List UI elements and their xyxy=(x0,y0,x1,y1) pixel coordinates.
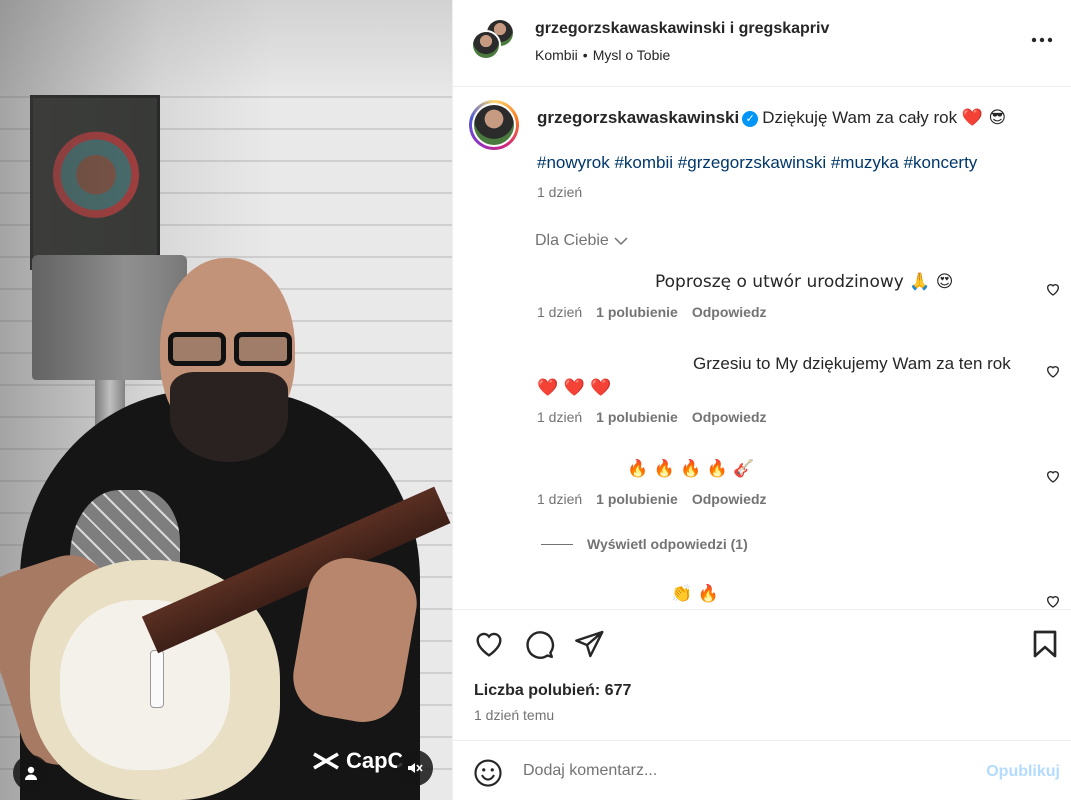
comment-meta: 1 dzień 1 polubienie Odpowiedz xyxy=(537,304,767,320)
collab-avatars[interactable] xyxy=(471,18,515,64)
comment-emojis: ❤️ ❤️ ❤️ xyxy=(537,378,612,398)
comment-time: 1 dzień xyxy=(537,409,583,425)
post-header: grzegorzskawaskawinski i gregskapriv Kom… xyxy=(453,0,1071,87)
view-replies-button[interactable]: Wyświetl odpowiedzi (1) xyxy=(541,536,748,552)
caption-emojis: ❤️ 😎 xyxy=(961,108,1007,128)
song-name[interactable]: Mysl o Tobie xyxy=(593,47,671,63)
divider xyxy=(541,543,573,545)
comment-time: 1 dzień xyxy=(537,304,583,320)
comments-section[interactable]: grzegorzskawaskawinski ✓ Dziękuję Wam za c… xyxy=(453,88,1071,609)
heart-icon[interactable] xyxy=(1045,593,1061,609)
muted-speaker-icon[interactable] xyxy=(397,750,433,786)
like-heart-icon[interactable] xyxy=(473,628,505,660)
save-bookmark-icon[interactable] xyxy=(1029,628,1061,660)
post-time: 1 dzień temu xyxy=(474,707,555,723)
chevron-down-icon xyxy=(614,237,628,246)
person-icon[interactable] xyxy=(13,755,49,791)
comment-likes[interactable]: 1 polubienie xyxy=(596,409,678,425)
reply-button[interactable]: Odpowiedz xyxy=(692,304,767,320)
comment-text: 👏 🔥 xyxy=(671,584,719,604)
reply-button[interactable]: Odpowiedz xyxy=(692,409,767,425)
publish-button[interactable]: Opublikuj xyxy=(986,763,1060,781)
comment-composer: Opublikuj xyxy=(453,740,1071,800)
artist-name[interactable]: Kombii xyxy=(535,47,578,63)
audio-info[interactable]: Kombii • Mysl o Tobie xyxy=(535,47,670,63)
more-options-icon[interactable] xyxy=(1030,28,1054,52)
watermark-text: CapC xyxy=(346,748,404,773)
likes-count[interactable]: Liczba polubień: 677 xyxy=(474,682,631,700)
heart-icon[interactable] xyxy=(1045,281,1061,297)
comment-meta: 1 dzień 1 polubienie Odpowiedz xyxy=(537,491,767,507)
view-replies-label: Wyświetl odpowiedzi (1) xyxy=(587,536,748,552)
comment-likes[interactable]: 1 polubienie xyxy=(596,304,678,320)
comment-text: 🔥 🔥 🔥 🔥 🎸 xyxy=(627,459,755,479)
comment-input[interactable] xyxy=(523,762,953,780)
person-beard xyxy=(170,372,288,462)
comment-time: 1 dzień xyxy=(537,491,583,507)
comment-text: Grzesiu to My dziękujemy Wam za ten rok xyxy=(693,354,1011,373)
verified-badge-icon: ✓ xyxy=(742,111,759,127)
comment-sort-dropdown[interactable]: Dla Ciebie xyxy=(535,232,629,250)
comment-bubble-icon[interactable] xyxy=(523,628,555,660)
capcut-watermark: CapC xyxy=(312,748,403,774)
post-panel: grzegorzskawaskawinski i gregskapriv Kom… xyxy=(452,0,1071,800)
sort-label: Dla Ciebie xyxy=(535,232,609,249)
guitar-pickup xyxy=(150,650,164,708)
reply-button[interactable]: Odpowiedz xyxy=(692,491,767,507)
share-paper-plane-icon[interactable] xyxy=(573,628,605,660)
caption: grzegorzskawaskawinski ✓ Dziękuję Wam za c… xyxy=(537,108,1006,128)
emoji-smiley-icon[interactable] xyxy=(473,758,503,788)
heart-icon[interactable] xyxy=(1045,363,1061,379)
post-authors[interactable]: grzegorzskawaskawinski i gregskapriv xyxy=(535,20,829,38)
post-actions: Liczba polubień: 677 1 dzień temu xyxy=(453,609,1071,740)
heart-icon[interactable] xyxy=(1045,468,1061,484)
glasses xyxy=(168,330,292,370)
caption-hashtags[interactable]: #nowyrok #kombii #grzegorzskawinski #muz… xyxy=(537,153,977,173)
comment-meta: 1 dzień 1 polubienie Odpowiedz xyxy=(537,409,767,425)
post-media[interactable]: CapC xyxy=(0,0,452,800)
author-avatar[interactable] xyxy=(469,100,519,150)
caption-time: 1 dzień xyxy=(537,184,583,200)
caption-text: Dziękuję Wam za cały rok xyxy=(762,108,958,127)
comment-likes[interactable]: 1 polubienie xyxy=(596,491,678,507)
capcut-logo-icon xyxy=(313,752,339,770)
avatar[interactable] xyxy=(471,30,501,60)
caption-username[interactable]: grzegorzskawaskawinski xyxy=(537,108,739,127)
comment-text: Poproszę o utwór urodzinowy 🙏 😍 xyxy=(655,272,954,292)
